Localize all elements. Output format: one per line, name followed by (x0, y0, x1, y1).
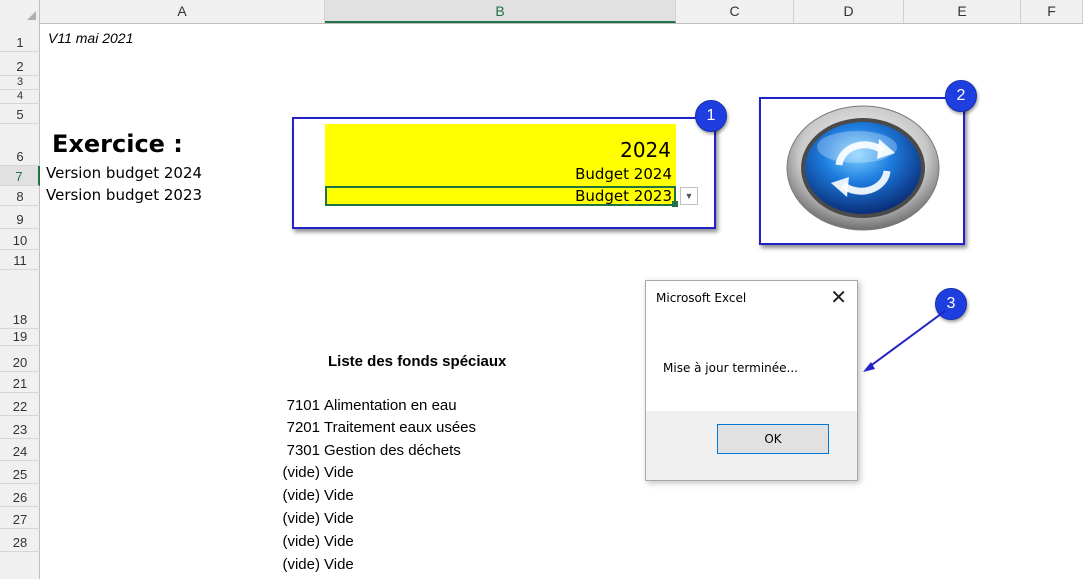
list-title[interactable]: Liste des fonds spéciaux (328, 353, 506, 370)
row-header-3[interactable]: 3 (0, 76, 40, 90)
close-icon[interactable]: ✕ (830, 285, 847, 309)
row-header-18[interactable]: 18 (0, 270, 40, 329)
row-header-19[interactable]: 19 (0, 329, 40, 346)
row-header-9[interactable]: 9 (0, 206, 40, 229)
list-item-label[interactable]: Traitement eaux usées (324, 419, 476, 436)
row-header-8[interactable]: 8 (0, 186, 40, 206)
row-header-25[interactable]: 25 (0, 461, 40, 484)
cell-a5-exercice[interactable]: Exercice : (52, 130, 183, 158)
list-item-label[interactable]: Alimentation en eau (324, 397, 457, 414)
row-header-1[interactable]: 1 (0, 23, 40, 52)
list-item-code[interactable]: (vide) (282, 487, 320, 504)
badge-2: 2 (945, 80, 977, 112)
row-header-4[interactable]: 4 (0, 90, 40, 104)
list-item-label[interactable]: Vide (324, 510, 354, 527)
row-header-7[interactable]: 7 (0, 166, 40, 186)
list-item-label[interactable]: Vide (324, 556, 354, 573)
row-header-5[interactable]: 5 (0, 104, 40, 124)
select-all-triangle-icon (27, 11, 36, 20)
list-item-code[interactable]: (vide) (282, 464, 320, 481)
list-item-label[interactable]: Vide (324, 487, 354, 504)
refresh-icon[interactable] (783, 103, 943, 233)
cell-a7-label[interactable]: Version budget 2023 (46, 186, 202, 204)
dialog-footer: OK (646, 411, 857, 480)
dialog-message: Mise à jour terminée... (663, 361, 798, 375)
row-header-10[interactable]: 10 (0, 229, 40, 250)
annotation-box-1 (292, 117, 716, 229)
row-header-27[interactable]: 27 (0, 507, 40, 529)
list-item-code[interactable]: 7101 (287, 397, 320, 414)
list-item-code[interactable]: (vide) (282, 533, 320, 550)
column-header-f[interactable]: F (1021, 0, 1083, 23)
excel-sheet: ABCDEF 1 2 3 4 5 6 7 8 9 10 11 18 19 20 21 22 23 24 25 26 27… (0, 0, 1083, 579)
list-item-label[interactable]: Vide (324, 533, 354, 550)
dialog-title: Microsoft Excel (656, 291, 747, 305)
list-item-label[interactable]: Gestion des déchets (324, 442, 461, 459)
column-header-a[interactable]: A (40, 0, 325, 23)
select-all-corner[interactable] (0, 0, 40, 23)
column-header-e[interactable]: E (904, 0, 1021, 23)
list-item-code[interactable]: 7301 (287, 442, 320, 459)
annotation-arrow-icon (863, 310, 946, 372)
row-header-20[interactable]: 20 (0, 346, 40, 372)
row-header-24[interactable]: 24 (0, 439, 40, 461)
row-header-23[interactable]: 23 (0, 416, 40, 439)
cell-a6-label[interactable]: Version budget 2024 (46, 164, 202, 182)
column-header-b[interactable]: B (325, 0, 676, 23)
row-header-21[interactable]: 21 (0, 372, 40, 393)
row-header-26[interactable]: 26 (0, 484, 40, 507)
row-header-28[interactable]: 28 (0, 529, 40, 552)
ok-button[interactable]: OK (717, 424, 829, 454)
list-item-code[interactable]: (vide) (282, 510, 320, 527)
row-header-2[interactable]: 2 (0, 52, 40, 76)
row-header-22[interactable]: 22 (0, 393, 40, 416)
row-header-6[interactable]: 6 (0, 124, 40, 166)
row-header-11[interactable]: 11 (0, 250, 40, 270)
list-item-code[interactable]: 7201 (287, 419, 320, 436)
column-header-d[interactable]: D (794, 0, 904, 23)
list-item-code[interactable]: (vide) (282, 556, 320, 573)
message-dialog: Microsoft Excel ✕ Mise à jour terminée..… (645, 280, 858, 481)
cell-a1-version[interactable]: V11 mai 2021 (48, 30, 133, 46)
badge-1: 1 (695, 100, 727, 132)
column-header-c[interactable]: C (676, 0, 794, 23)
list-item-label[interactable]: Vide (324, 464, 354, 481)
